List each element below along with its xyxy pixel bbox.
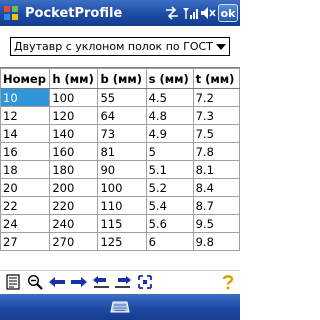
menu-bar: [0, 294, 240, 320]
table-cell-t[interactable]: 7.5: [192, 124, 240, 143]
table-cell-b[interactable]: 125: [97, 232, 147, 251]
table-cell-t[interactable]: 9.5: [192, 214, 240, 233]
arrow-left-icon[interactable]: [47, 273, 67, 291]
connectivity-icon[interactable]: [164, 5, 180, 21]
table-row[interactable]: 24 240 115 5.6 9.5: [0, 214, 240, 233]
column-header-s[interactable]: s (мм): [145, 68, 194, 89]
table-cell-s[interactable]: 5.1: [145, 160, 194, 179]
table-row[interactable]: 18 180 90 5.1 8.1: [0, 160, 240, 179]
table-row[interactable]: 27 270 125 6 9.8: [0, 232, 240, 251]
table-row[interactable]: 22 220 110 5.4 8.7: [0, 196, 240, 215]
table-cell-t[interactable]: 8.7: [192, 196, 240, 215]
table-cell-t[interactable]: 7.2: [192, 88, 240, 107]
table-cell-s[interactable]: 4.5: [145, 88, 194, 107]
app-title: PocketProfile: [25, 5, 123, 21]
arrow-right-bar-icon[interactable]: [113, 273, 133, 291]
table-header-row: Номер h (мм) b (мм) s (мм) t (мм): [0, 68, 240, 89]
table-cell-number[interactable]: 18: [0, 160, 51, 179]
table-cell-t[interactable]: 9.8: [192, 232, 240, 251]
table-cell-s[interactable]: 6: [145, 232, 194, 251]
table-cell-number[interactable]: 27: [0, 232, 51, 251]
zoom-out-icon[interactable]: [25, 273, 45, 291]
table-cell-h[interactable]: 100: [49, 88, 99, 107]
column-header-b[interactable]: b (мм): [97, 68, 147, 89]
document-icon[interactable]: [3, 273, 23, 291]
table-cell-b[interactable]: 81: [97, 142, 147, 161]
table-row[interactable]: 10 100 55 4.5 7.2: [0, 88, 240, 107]
table-cell-number[interactable]: 14: [0, 124, 51, 143]
table-cell-t[interactable]: 8.4: [192, 178, 240, 197]
table-cell-t[interactable]: 8.1: [192, 160, 240, 179]
table-cell-b[interactable]: 73: [97, 124, 147, 143]
table-cell-h[interactable]: 140: [49, 124, 99, 143]
table-cell-number[interactable]: 20: [0, 178, 51, 197]
system-tray: [164, 5, 216, 21]
chevron-down-icon[interactable]: [213, 38, 229, 55]
table-cell-number[interactable]: 16: [0, 142, 51, 161]
table-cell-t[interactable]: 7.8: [192, 142, 240, 161]
table-cell-h[interactable]: 160: [49, 142, 99, 161]
toolbar: [0, 270, 240, 292]
keyboard-icon[interactable]: [108, 298, 132, 316]
profile-type-select[interactable]: Двутавр с уклоном полок по ГОСТ: [10, 37, 230, 56]
help-icon[interactable]: [218, 273, 238, 291]
fit-icon[interactable]: [135, 273, 155, 291]
table-cell-s[interactable]: 4.8: [145, 106, 194, 125]
table-row[interactable]: 16 160 81 5 7.8: [0, 142, 240, 161]
column-header-t[interactable]: t (мм): [192, 68, 240, 89]
volume-icon[interactable]: [200, 5, 216, 21]
signal-icon[interactable]: [182, 5, 198, 21]
table-row[interactable]: 14 140 73 4.9 7.5: [0, 124, 240, 143]
table-cell-b[interactable]: 55: [97, 88, 147, 107]
table-row[interactable]: 20 200 100 5.2 8.4: [0, 178, 240, 197]
table-row[interactable]: 12 120 64 4.8 7.3: [0, 106, 240, 125]
arrow-left-bar-icon[interactable]: [91, 273, 111, 291]
table-cell-number[interactable]: 22: [0, 196, 51, 215]
table-cell-b[interactable]: 64: [97, 106, 147, 125]
profile-table[interactable]: Номер h (мм) b (мм) s (мм) t (мм) 10 100 5…: [0, 67, 240, 267]
table-cell-t[interactable]: 7.3: [192, 106, 240, 125]
table-cell-b[interactable]: 100: [97, 178, 147, 197]
arrow-right-icon[interactable]: [69, 273, 89, 291]
table-cell-h[interactable]: 240: [49, 214, 99, 233]
table-cell-b[interactable]: 115: [97, 214, 147, 233]
table-cell-b[interactable]: 110: [97, 196, 147, 215]
windows-start-icon[interactable]: [0, 0, 22, 26]
table-cell-s[interactable]: 4.9: [145, 124, 194, 143]
table-cell-s[interactable]: 5.2: [145, 178, 194, 197]
table-cell-number[interactable]: 10: [0, 88, 51, 107]
ok-button[interactable]: ok: [218, 4, 238, 22]
table-cell-s[interactable]: 5.6: [145, 214, 194, 233]
table-cell-h[interactable]: 200: [49, 178, 99, 197]
profile-type-value: Двутавр с уклоном полок по ГОСТ: [14, 40, 213, 53]
table-cell-h[interactable]: 270: [49, 232, 99, 251]
column-header-h[interactable]: h (мм): [49, 68, 99, 89]
table-cell-s[interactable]: 5: [145, 142, 194, 161]
title-bar: PocketProfile ok: [0, 0, 240, 26]
table-cell-h[interactable]: 220: [49, 196, 99, 215]
table-cell-number[interactable]: 24: [0, 214, 51, 233]
column-header-number[interactable]: Номер: [0, 68, 51, 89]
table-cell-number[interactable]: 12: [0, 106, 51, 125]
table-cell-b[interactable]: 90: [97, 160, 147, 179]
table-cell-h[interactable]: 180: [49, 160, 99, 179]
table-cell-h[interactable]: 120: [49, 106, 99, 125]
table-cell-s[interactable]: 5.4: [145, 196, 194, 215]
